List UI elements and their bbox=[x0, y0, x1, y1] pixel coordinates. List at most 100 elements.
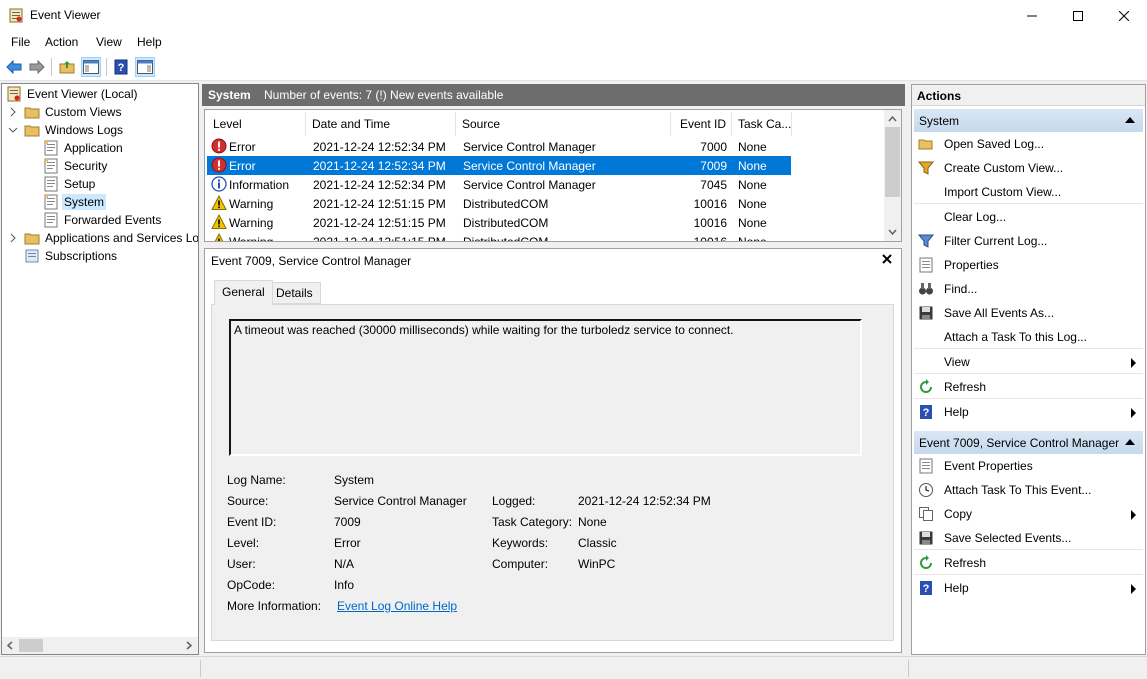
menu-action[interactable]: Action bbox=[45, 35, 78, 49]
action-clear-log[interactable]: Clear Log... bbox=[914, 205, 1143, 229]
event-details-title: Event 7009, Service Control Manager bbox=[211, 254, 412, 268]
table-row[interactable]: Warning 2021-12-24 12:51:15 PM Distributed… bbox=[207, 232, 791, 242]
action-filter-current-log[interactable]: Filter Current Log... bbox=[914, 229, 1143, 253]
submenu-arrow-icon bbox=[1131, 408, 1136, 418]
show-hide-action-pane-button[interactable] bbox=[135, 57, 155, 77]
action-find[interactable]: Find... bbox=[914, 277, 1143, 301]
cell-event-id: 7009 bbox=[700, 159, 727, 173]
console-tree[interactable]: Event Viewer (Local) Custom Views Window… bbox=[1, 83, 199, 655]
event-log-online-help-link[interactable]: Event Log Online Help bbox=[337, 599, 457, 613]
action-attach-a-task-to-this-log[interactable]: Attach a Task To this Log... bbox=[914, 325, 1143, 349]
scroll-down-icon[interactable] bbox=[888, 229, 897, 236]
tree-node-system[interactable]: System bbox=[43, 193, 107, 211]
task-clock-icon bbox=[919, 483, 933, 497]
tree-node-forwarded-events[interactable]: Forwarded Events bbox=[43, 211, 163, 229]
action-copy[interactable]: Copy bbox=[914, 502, 1143, 526]
close-details-icon[interactable] bbox=[881, 253, 893, 265]
svg-text:?: ? bbox=[923, 407, 930, 419]
value-user: N/A bbox=[334, 557, 355, 571]
show-hide-console-tree-button[interactable] bbox=[81, 57, 101, 77]
scrollbar-thumb[interactable] bbox=[885, 127, 900, 197]
action-help[interactable]: ? Help bbox=[914, 576, 1143, 600]
tab-details[interactable]: Details bbox=[268, 282, 321, 304]
cell-level: Warning bbox=[229, 216, 274, 230]
action-create-custom-view[interactable]: Create Custom View... bbox=[914, 156, 1143, 180]
collapse-icon[interactable] bbox=[1125, 439, 1135, 445]
warning-icon bbox=[211, 195, 227, 210]
cell-event-id: 10016 bbox=[693, 197, 727, 211]
table-row[interactable]: Error 2021-12-24 12:52:34 PM Service Contr… bbox=[207, 156, 791, 175]
log-icon bbox=[44, 212, 58, 228]
tree-node-setup[interactable]: Setup bbox=[43, 175, 97, 193]
column-header-event-id[interactable]: Event ID bbox=[671, 112, 732, 136]
action-save-all-events-as[interactable]: Save All Events As... bbox=[914, 301, 1143, 325]
cell-source: Service Control Manager bbox=[463, 178, 596, 192]
column-header-source[interactable]: Source bbox=[456, 112, 671, 136]
forward-button[interactable] bbox=[27, 57, 47, 77]
log-name: System bbox=[208, 88, 251, 102]
tree-node-windows-logs[interactable]: Windows Logs bbox=[24, 121, 125, 139]
menu-view[interactable]: View bbox=[96, 35, 122, 49]
refresh-icon bbox=[920, 379, 932, 393]
action-view[interactable]: View bbox=[914, 350, 1143, 374]
event-details-pane: Event 7009, Service Control Manager Gene… bbox=[204, 248, 902, 653]
event-message-box[interactable]: A timeout was reached (30000 millisecond… bbox=[229, 319, 862, 456]
horizontal-scrollbar[interactable] bbox=[2, 637, 198, 654]
up-folder-button[interactable] bbox=[57, 57, 77, 77]
menu-file[interactable]: File bbox=[11, 35, 30, 49]
save-disk-icon bbox=[919, 306, 933, 320]
toolbar-divider bbox=[106, 58, 107, 76]
action-save-selected-events[interactable]: Save Selected Events... bbox=[914, 526, 1143, 550]
action-refresh[interactable]: Refresh bbox=[914, 551, 1143, 575]
action-help[interactable]: ? Help bbox=[914, 400, 1143, 424]
chevron-right-icon[interactable] bbox=[8, 233, 18, 243]
actions-section-system[interactable]: System bbox=[914, 109, 1143, 132]
cell-level: Warning bbox=[229, 197, 274, 211]
chevron-down-icon[interactable] bbox=[8, 125, 18, 135]
close-button[interactable] bbox=[1101, 0, 1147, 31]
tree-node-event-viewer-local[interactable]: Event Viewer (Local) bbox=[6, 85, 140, 103]
cell-task-category: None bbox=[738, 235, 767, 242]
collapse-icon[interactable] bbox=[1125, 117, 1135, 123]
minimize-button[interactable] bbox=[1009, 0, 1055, 31]
tree-node-security[interactable]: Security bbox=[43, 157, 109, 175]
information-icon bbox=[211, 176, 227, 192]
tab-general[interactable]: General bbox=[214, 280, 273, 305]
cell-task-category: None bbox=[738, 140, 767, 154]
chevron-right-icon[interactable] bbox=[8, 107, 18, 117]
scroll-up-icon[interactable] bbox=[888, 115, 897, 122]
help-button[interactable]: ? bbox=[111, 57, 131, 77]
column-header-task-category[interactable]: Task Ca... bbox=[732, 112, 792, 136]
column-header-date[interactable]: Date and Time bbox=[306, 112, 456, 136]
scrollbar-thumb[interactable] bbox=[19, 639, 43, 652]
tree-node-custom-views[interactable]: Custom Views bbox=[24, 103, 123, 121]
action-label: Event Properties bbox=[944, 459, 1033, 473]
event-list[interactable]: Level Date and Time Source Event ID Task… bbox=[204, 109, 902, 242]
action-open-saved-log[interactable]: Open Saved Log... bbox=[914, 132, 1143, 156]
action-import-custom-view[interactable]: Import Custom View... bbox=[914, 180, 1143, 204]
scroll-left-icon[interactable] bbox=[6, 641, 14, 650]
tree-node-application[interactable]: Application bbox=[43, 139, 125, 157]
column-header-level[interactable]: Level bbox=[207, 112, 306, 136]
actions-section-event[interactable]: Event 7009, Service Control Manager bbox=[914, 431, 1143, 454]
scroll-right-icon[interactable] bbox=[185, 641, 193, 650]
action-refresh[interactable]: Refresh bbox=[914, 375, 1143, 399]
table-row[interactable]: Information 2021-12-24 12:52:34 PM Service… bbox=[207, 175, 791, 194]
tree-label: Event Viewer (Local) bbox=[27, 87, 138, 101]
action-label: Attach Task To This Event... bbox=[944, 483, 1092, 497]
menu-help[interactable]: Help bbox=[137, 35, 162, 49]
label-source: Source: bbox=[227, 494, 269, 508]
tree-node-applications-and-services[interactable]: Applications and Services Lo bbox=[24, 229, 198, 247]
action-event-properties[interactable]: Event Properties bbox=[914, 454, 1143, 478]
tree-node-subscriptions[interactable]: Subscriptions bbox=[24, 247, 119, 265]
action-properties[interactable]: Properties bbox=[914, 253, 1143, 277]
maximize-button[interactable] bbox=[1055, 0, 1101, 31]
action-attach-task-to-this-event[interactable]: Attach Task To This Event... bbox=[914, 478, 1143, 502]
table-row[interactable]: Warning 2021-12-24 12:51:15 PM Distributed… bbox=[207, 194, 791, 213]
back-button[interactable] bbox=[4, 57, 24, 77]
label-event-id: Event ID: bbox=[227, 515, 277, 529]
vertical-scrollbar[interactable] bbox=[884, 110, 901, 241]
table-row[interactable]: Warning 2021-12-24 12:51:15 PM Distributed… bbox=[207, 213, 791, 232]
cell-event-id: 10016 bbox=[693, 235, 727, 242]
table-row[interactable]: Error 2021-12-24 12:52:34 PM Service Contr… bbox=[207, 137, 791, 156]
